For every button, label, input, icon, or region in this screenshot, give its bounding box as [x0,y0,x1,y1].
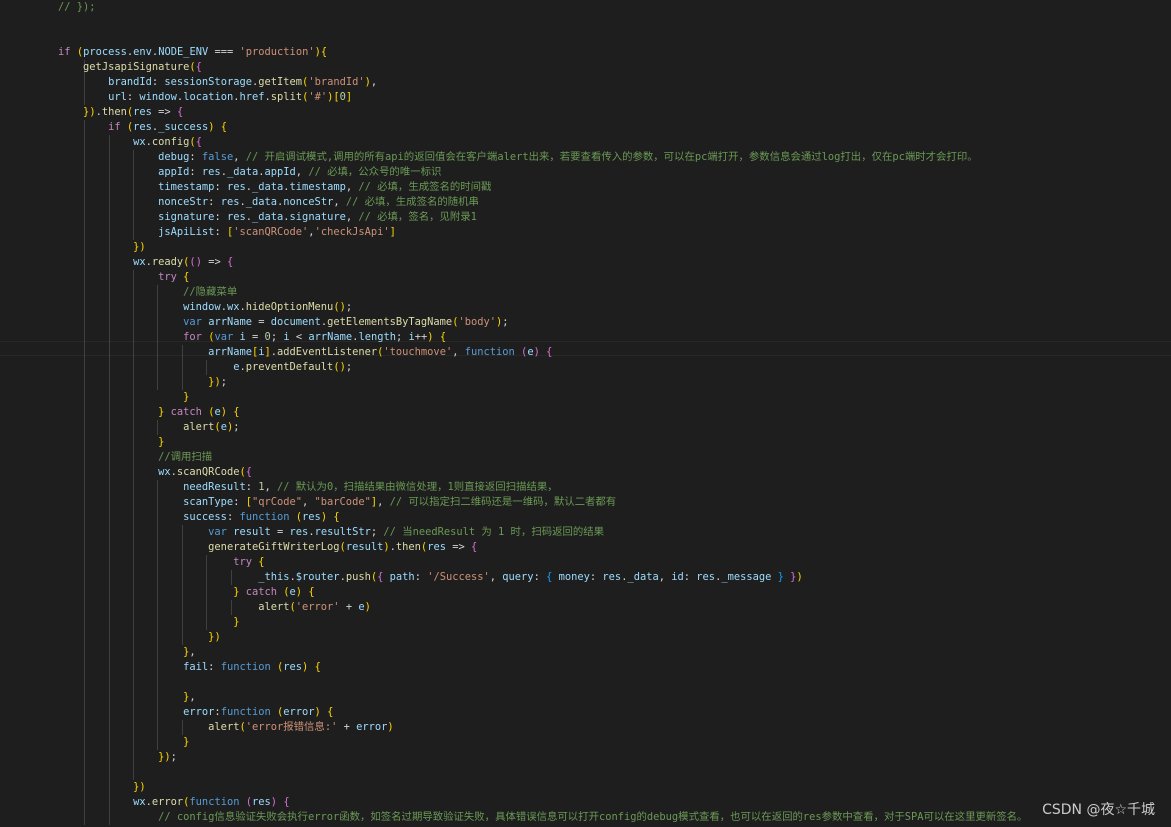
code-line[interactable]: window.wx.hideOptionMenu(); [33,300,352,315]
code-line[interactable]: } [33,735,189,750]
code-line[interactable]: needResult: 1, // 默认为0，扫描结果由微信处理，1则直接返回扫… [33,480,558,495]
code-line[interactable]: jsApiList: ['scanQRCode','checkJsApi'] [33,225,396,240]
code-line[interactable]: scanType: ["qrCode", "barCode"], // 可以指定… [33,495,616,510]
code-line[interactable]: timestamp: res._data.timestamp, // 必填，生成… [33,180,491,195]
code-line[interactable]: } catch (e) { [33,585,314,600]
code-line[interactable]: // config信息验证失败会执行error函数，如签名过期导致验证失败，具体… [33,810,1027,825]
code-line[interactable]: //调用扫描 [33,450,212,465]
code-line[interactable]: var result = res.resultStr; // 当needResu… [33,525,604,540]
code-line[interactable]: nonceStr: res._data.nonceStr, // 必填，生成签名… [33,195,479,210]
code-line[interactable]: signature: res._data.signature, // 必填，签名… [33,210,477,225]
watermark: CSDN @夜☆千城 [1042,802,1155,818]
code-line[interactable]: getJsapiSignature({ [33,60,202,75]
code-line[interactable]: arrName[i].addEventListener('touchmove',… [33,345,552,360]
code-line[interactable]: }) [33,630,221,645]
code-line[interactable]: success: function (res) { [33,510,339,525]
code-line[interactable]: wx.ready(() => { [33,255,233,270]
code-line[interactable]: var arrName = document.getElementsByTagN… [33,315,508,330]
code-line[interactable]: }) [33,780,146,795]
code-editor[interactable]: // }); if (process.env.NODE_ENV === 'pro… [0,0,1171,827]
code-line[interactable]: fail: function (res) { [33,660,321,675]
code-line[interactable]: }); [33,375,227,390]
code-line[interactable]: brandId: sessionStorage.getItem('brandId… [33,75,377,90]
code-line[interactable]: _this.$router.push({ path: '/Success', q… [33,570,802,585]
code-line[interactable]: } [33,435,164,450]
code-line[interactable]: try { [33,270,189,285]
code-line[interactable]: } [33,615,239,630]
code-line[interactable]: url: window.location.href.split('#')[0] [33,90,352,105]
code-line[interactable]: if (res._success) { [33,120,227,135]
code-line[interactable]: wx.config({ [33,135,202,150]
code-line[interactable]: }); [33,750,177,765]
code-line[interactable]: error:function (error) { [33,705,333,720]
code-line[interactable]: try { [33,555,264,570]
code-line[interactable]: appId: res._data.appId, // 必填，公众号的唯一标识 [33,165,441,180]
code-line[interactable]: }).then(res => { [33,105,183,120]
code-line[interactable]: }, [33,690,196,705]
code-line[interactable]: // }); [33,0,96,15]
code-line[interactable]: wx.scanQRCode({ [33,465,252,480]
code-line[interactable]: wx.error(function (res) { [33,795,289,810]
code-line[interactable]: //隐藏菜单 [33,285,237,300]
code-line[interactable]: debug: false, // 开启调试模式,调用的所有api的返回值会在客户… [33,150,978,165]
code-line[interactable]: } catch (e) { [33,405,239,420]
code-line[interactable]: generateGiftWriterLog(result).then(res =… [33,540,477,555]
code-line[interactable]: }) [33,240,146,255]
code-line[interactable]: for (var i = 0; i < arrName.length; i++)… [33,330,446,345]
code-line[interactable]: alert('error' + e) [33,600,371,615]
code-line[interactable]: } [33,390,189,405]
code-line[interactable]: alert('error报错信息:' + error) [33,720,393,735]
code-line[interactable]: alert(e); [33,420,239,435]
code-line[interactable]: }, [33,645,196,660]
code-line[interactable]: if (process.env.NODE_ENV === 'production… [33,45,327,60]
code-line[interactable]: e.preventDefault(); [33,360,352,375]
